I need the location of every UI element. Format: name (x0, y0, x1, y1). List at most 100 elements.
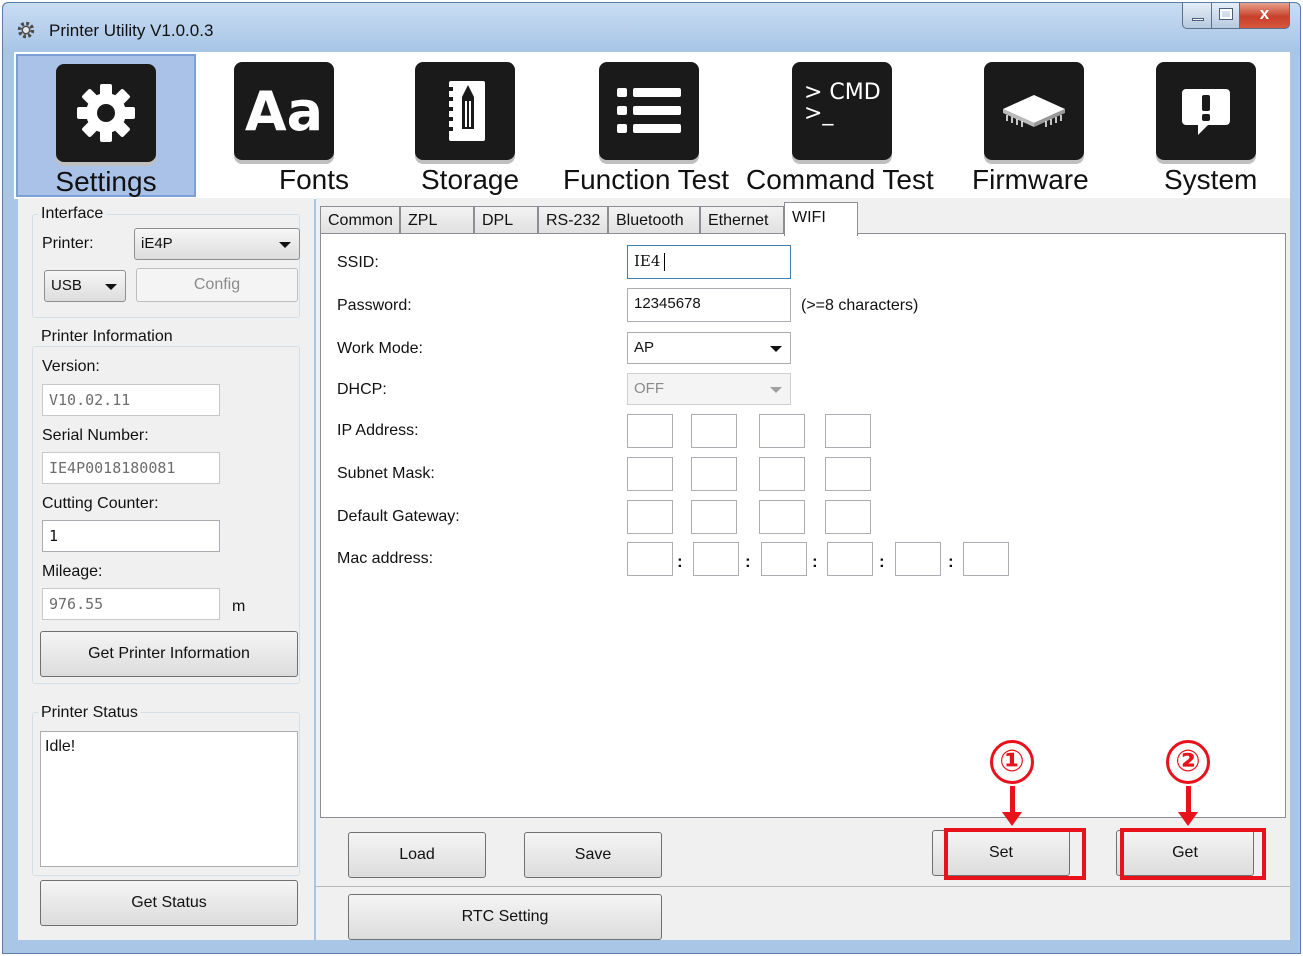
interface-group-title: Interface (38, 205, 107, 223)
get-highlight-box (1120, 828, 1266, 880)
app-gear-icon (17, 21, 35, 39)
serial-number-label: Serial Number: (42, 427, 149, 444)
mac-separator: : (812, 552, 818, 571)
subnet-octet-4[interactable] (825, 457, 871, 491)
dhcp-select[interactable]: OFF (627, 373, 791, 405)
wifi-tab-panel: SSID: IE4 Password: 12345678 (>=8 charac… (320, 233, 1286, 818)
ip-octet-3[interactable] (759, 414, 805, 448)
minimize-icon (1192, 18, 1204, 21)
work-mode-select[interactable]: AP (627, 332, 791, 364)
toolbar-storage-label: Storage (421, 164, 520, 195)
tab-zpl[interactable]: ZPL (400, 206, 474, 234)
callout-1: ① (990, 740, 1034, 784)
cutting-counter-field[interactable]: 1 (42, 520, 220, 552)
divider (316, 886, 1290, 887)
password-field[interactable]: 12345678 (627, 288, 791, 322)
ip-octet-4[interactable] (825, 414, 871, 448)
printer-select[interactable]: iE4P (134, 228, 300, 260)
gateway-octet-3[interactable] (759, 500, 805, 534)
toolbar-command-test[interactable]: > CMD >_ Command Test (746, 54, 936, 197)
default-gateway-label: Default Gateway: (337, 508, 460, 525)
tab-bluetooth[interactable]: Bluetooth (608, 206, 700, 234)
callout-2-arrow (1186, 786, 1191, 814)
title-bar: Printer Utility V1.0.0.3 x (3, 3, 1300, 53)
subnet-octet-3[interactable] (759, 457, 805, 491)
callout-2-arrowhead (1178, 812, 1198, 826)
save-button[interactable]: Save (524, 832, 662, 878)
toolbar-fonts-label: Fonts (279, 164, 350, 195)
main-toolbar: Settings Aa Fonts Storage Function Test … (14, 52, 1290, 199)
subnet-octet-2[interactable] (691, 457, 737, 491)
window-controls: x (1182, 3, 1290, 29)
tab-wifi[interactable]: WIFI (784, 202, 858, 236)
password-label: Password: (337, 297, 412, 314)
version-label: Version: (42, 358, 100, 375)
chevron-down-icon (279, 242, 291, 248)
tab-ethernet[interactable]: Ethernet (700, 206, 784, 234)
tab-rs232[interactable]: RS-232 (538, 206, 608, 234)
dhcp-label: DHCP: (337, 381, 387, 398)
toolbar-command-test-label: Command Test (746, 164, 934, 195)
mac-byte-6[interactable] (963, 542, 1009, 576)
gear-icon (56, 64, 156, 162)
mac-separator: : (745, 552, 751, 571)
ssid-field[interactable]: IE4 (627, 245, 791, 279)
chip-icon (984, 62, 1084, 160)
mileage-label: Mileage: (42, 563, 103, 580)
toolbar-system[interactable]: System (1144, 54, 1284, 197)
mac-separator: : (879, 552, 885, 571)
mac-byte-5[interactable] (895, 542, 941, 576)
set-highlight-box (944, 828, 1086, 880)
rtc-setting-button[interactable]: RTC Setting (348, 894, 662, 940)
gateway-octet-1[interactable] (627, 500, 673, 534)
maximize-icon (1219, 8, 1233, 20)
load-button[interactable]: Load (348, 832, 486, 878)
config-button[interactable]: Config (136, 268, 298, 302)
mac-separator: : (948, 552, 954, 571)
ssid-label: SSID: (337, 254, 379, 271)
mac-byte-1[interactable] (627, 542, 673, 576)
password-hint: (>=8 characters) (801, 297, 919, 314)
minimize-button[interactable] (1182, 3, 1212, 29)
text-cursor (664, 253, 666, 271)
gateway-octet-4[interactable] (825, 500, 871, 534)
get-printer-information-button[interactable]: Get Printer Information (40, 631, 298, 677)
callout-1-arrowhead (1002, 812, 1022, 826)
ip-address-label: IP Address: (337, 422, 419, 439)
printer-status-group-title: Printer Status (38, 704, 141, 722)
toolbar-settings-label: Settings (55, 166, 157, 197)
work-mode-label: Work Mode: (337, 340, 423, 357)
window-title: Printer Utility V1.0.0.3 (49, 21, 214, 40)
toolbar-function-test[interactable]: Function Test (559, 54, 744, 197)
mileage-field[interactable]: 976.55 (42, 588, 220, 620)
get-status-button[interactable]: Get Status (40, 880, 298, 926)
toolbar-firmware[interactable]: Firmware (964, 54, 1114, 197)
status-textarea[interactable]: Idle! (40, 731, 298, 867)
mac-byte-3[interactable] (761, 542, 807, 576)
toolbar-fonts[interactable]: Aa Fonts (209, 54, 359, 197)
list-icon (599, 62, 699, 160)
notebook-icon (415, 62, 515, 160)
mac-byte-2[interactable] (693, 542, 739, 576)
subnet-octet-1[interactable] (627, 457, 673, 491)
mac-byte-4[interactable] (827, 542, 873, 576)
callout-1-arrow (1010, 786, 1015, 814)
version-field[interactable]: V10.02.11 (42, 384, 220, 416)
printer-label: Printer: (42, 235, 94, 252)
serial-number-field[interactable]: IE4P0018180081 (42, 452, 220, 484)
ip-octet-1[interactable] (627, 414, 673, 448)
tab-common[interactable]: Common (320, 206, 400, 234)
gateway-octet-2[interactable] (691, 500, 737, 534)
ip-octet-2[interactable] (691, 414, 737, 448)
close-icon: x (1259, 4, 1270, 23)
toolbar-settings[interactable]: Settings (16, 54, 196, 197)
toolbar-storage[interactable]: Storage (399, 54, 539, 197)
toolbar-firmware-label: Firmware (972, 164, 1089, 195)
mac-separator: : (677, 552, 683, 571)
mac-address-label: Mac address: (337, 550, 434, 567)
port-select[interactable]: USB (44, 270, 126, 302)
toolbar-system-label: System (1164, 164, 1258, 195)
tab-dpl[interactable]: DPL (474, 206, 538, 234)
maximize-button[interactable] (1212, 3, 1240, 29)
close-button[interactable]: x (1240, 3, 1290, 29)
